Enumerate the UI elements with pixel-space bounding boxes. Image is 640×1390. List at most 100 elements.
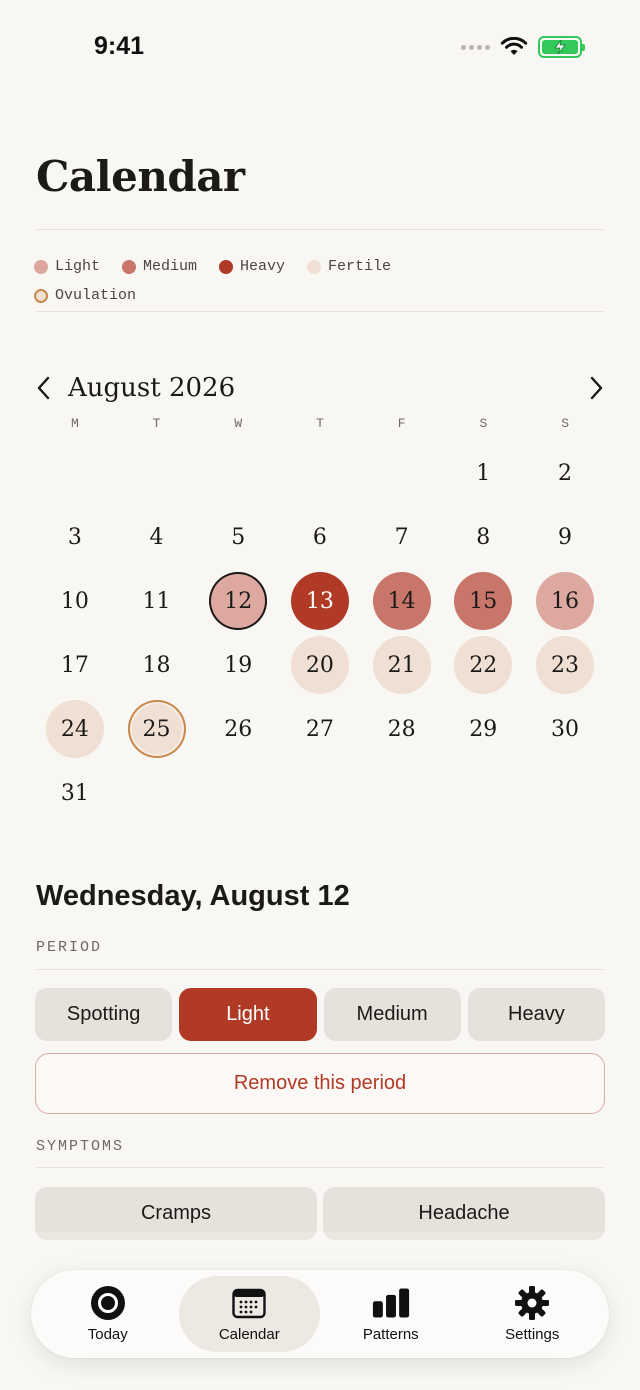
calendar-day-18[interactable]: 18 [116, 633, 198, 697]
weekday-header: MTWTFSS [34, 416, 606, 431]
legend-item-heavy: Heavy [219, 258, 285, 275]
weekday-label: S [561, 416, 570, 431]
status-time: 9:41 [94, 32, 145, 60]
empty-day-cell [361, 441, 443, 505]
legend-swatch [34, 288, 48, 303]
weekday-label: F [397, 416, 406, 431]
calendar-day-29[interactable]: 29 [442, 697, 524, 761]
legend-item-ovulation: Ovulation [34, 287, 136, 304]
symptom-cramps-button[interactable]: Cramps [35, 1187, 317, 1240]
period-section-label: PERIOD [36, 939, 103, 956]
calendar-day-19[interactable]: 19 [197, 633, 279, 697]
flow-medium-button[interactable]: Medium [323, 988, 461, 1041]
cellular-signal-icon [461, 44, 490, 50]
legend-label: Fertile [328, 258, 392, 275]
legend-item-light: Light [34, 258, 100, 275]
legend-label: Heavy [240, 258, 286, 275]
day-number: 13 [290, 572, 349, 630]
month-title: August 2026 [68, 373, 236, 403]
calendar-day-28[interactable]: 28 [361, 697, 443, 761]
status-bar: 9:41 [0, 0, 640, 96]
day-number: 10 [60, 588, 89, 614]
day-number: 23 [535, 636, 594, 694]
symptoms-section-label: SYMPTOMS [36, 1138, 125, 1155]
tab-patterns[interactable]: Patterns [320, 1276, 462, 1352]
symptom-headache-button[interactable]: Headache [323, 1187, 605, 1240]
legend-swatch [122, 259, 137, 274]
calendar-day-9[interactable]: 9 [524, 505, 606, 569]
empty-day-cell [197, 441, 279, 505]
calendar-day-22[interactable]: 22 [442, 633, 524, 697]
flow-heavy-button[interactable]: Heavy [467, 988, 605, 1041]
legend-swatch [219, 259, 234, 274]
tab-label: Patterns [362, 1325, 419, 1343]
calendar-day-23[interactable]: 23 [524, 633, 606, 697]
day-number: 18 [142, 652, 171, 678]
day-number: 27 [305, 716, 334, 742]
tab-bar: Today Calendar Patterns Settings [31, 1270, 609, 1358]
calendar-day-15[interactable]: 15 [442, 569, 524, 633]
day-number: 26 [224, 716, 253, 742]
page-title: Calendar [36, 152, 245, 201]
tab-label: Today [87, 1325, 128, 1343]
day-number: 6 [312, 524, 327, 550]
month-header: August 2026 [34, 368, 606, 408]
previous-month-button[interactable] [34, 370, 52, 406]
calendar-day-13[interactable]: 13 [279, 569, 361, 633]
bar-chart-icon [372, 1286, 410, 1320]
tab-today[interactable]: Today [37, 1276, 179, 1352]
tab-settings[interactable]: Settings [462, 1276, 604, 1352]
day-number: 4 [149, 524, 164, 550]
day-number: 25 [127, 700, 186, 758]
status-icons [461, 36, 585, 58]
calendar-day-26[interactable]: 26 [197, 697, 279, 761]
flow-selector: Spotting Light Medium Heavy [35, 988, 605, 1041]
flow-spotting-button[interactable]: Spotting [35, 988, 173, 1041]
weekday-label: W [234, 416, 243, 431]
calendar-day-4[interactable]: 4 [116, 505, 198, 569]
calendar-day-21[interactable]: 21 [361, 633, 443, 697]
tab-calendar[interactable]: Calendar [178, 1276, 320, 1352]
flow-light-button[interactable]: Light [179, 988, 317, 1041]
tab-label: Settings [505, 1325, 560, 1343]
calendar-day-25[interactable]: 25 [116, 697, 198, 761]
calendar-day-27[interactable]: 27 [279, 697, 361, 761]
day-number: 29 [469, 716, 498, 742]
calendar-day-8[interactable]: 8 [442, 505, 524, 569]
calendar-day-6[interactable]: 6 [279, 505, 361, 569]
day-number: 14 [372, 572, 431, 630]
calendar-day-17[interactable]: 17 [34, 633, 116, 697]
calendar-day-20[interactable]: 20 [279, 633, 361, 697]
wifi-icon [500, 37, 528, 55]
calendar-day-14[interactable]: 14 [361, 569, 443, 633]
calendar-day-5[interactable]: 5 [197, 505, 279, 569]
weekday-label: T [152, 416, 161, 431]
calendar-day-16[interactable]: 16 [524, 569, 606, 633]
day-number: 17 [60, 652, 89, 678]
calendar-day-10[interactable]: 10 [34, 569, 116, 633]
weekday-label: M [70, 416, 79, 431]
day-number: 28 [387, 716, 416, 742]
calendar-day-12[interactable]: 12 [197, 569, 279, 633]
selected-date-title: Wednesday, August 12 [36, 880, 350, 912]
calendar-day-11[interactable]: 11 [116, 569, 198, 633]
calendar-day-31[interactable]: 31 [34, 761, 116, 825]
next-month-button[interactable] [588, 370, 606, 406]
calendar-day-24[interactable]: 24 [34, 697, 116, 761]
calendar-day-3[interactable]: 3 [34, 505, 116, 569]
calendar-day-1[interactable]: 1 [442, 441, 524, 505]
divider [36, 311, 604, 312]
calendar-day-2[interactable]: 2 [524, 441, 606, 505]
day-number: 19 [224, 652, 253, 678]
calendar-day-7[interactable]: 7 [361, 505, 443, 569]
calendar-grid: 1 2 3 4 5 6 7 8 9 10 11 12 13 14 15 16 17 18 19 20 21 22 23 24 2… [34, 441, 606, 825]
legend: Light Medium Heavy Fertile Ovulation [34, 252, 606, 310]
symptom-grid: Cramps Headache [35, 1187, 605, 1240]
day-number: 5 [231, 524, 246, 550]
remove-period-button[interactable]: Remove this period [35, 1053, 605, 1114]
calendar-day-30[interactable]: 30 [524, 697, 606, 761]
weekday-label: S [479, 416, 488, 431]
day-number: 22 [454, 636, 513, 694]
empty-day-cell [116, 441, 198, 505]
legend-label: Light [55, 258, 101, 275]
